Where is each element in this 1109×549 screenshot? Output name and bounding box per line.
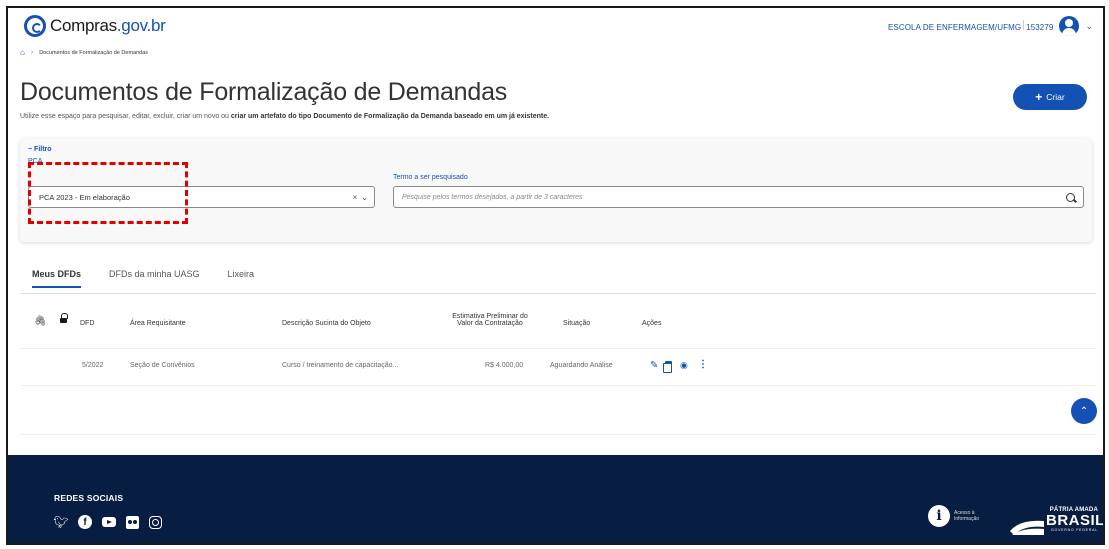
- social-links: 🐦︎ f: [53, 515, 162, 529]
- flag-swoosh-icon: [1010, 520, 1044, 535]
- table-row[interactable]: 5/2022 Seção de Convênios Curso / treina…: [20, 348, 1096, 386]
- page-title: Documentos de Formalização de Demandas: [20, 78, 508, 106]
- cell-area: Seção de Convênios: [130, 362, 195, 369]
- chevron-right-icon: ›: [30, 49, 34, 56]
- social-heading: REDES SOCIAIS: [54, 493, 124, 503]
- more-vertical-icon[interactable]: ⋮: [698, 359, 708, 370]
- home-icon[interactable]: ⌂: [20, 48, 25, 57]
- edit-icon[interactable]: ✎: [650, 360, 660, 371]
- chevron-down-icon[interactable]: ⌄: [361, 193, 368, 202]
- create-button[interactable]: + Criar: [1013, 84, 1087, 110]
- search-input[interactable]: Pesquise pelos termos desejados, a parti…: [393, 186, 1084, 208]
- col-dfd[interactable]: DFD: [80, 320, 94, 327]
- filter-toggle[interactable]: − Filtro: [28, 146, 52, 153]
- tab-bar: Meus DFDs DFDs da minha UASG Lixeira: [32, 269, 255, 288]
- user-menu[interactable]: ESCOLA DE ENFERMAGEM/UFMG 153279 ⌄: [888, 16, 1093, 36]
- compras-logo-icon: [24, 15, 46, 37]
- org-name: ESCOLA DE ENFERMAGEM/UFMG 153279: [888, 20, 1053, 32]
- flickr-icon[interactable]: [126, 515, 139, 529]
- scroll-top-button[interactable]: ⌃: [1071, 398, 1097, 424]
- breadcrumb-current: Documentos de Formalização de Demandas: [39, 49, 149, 56]
- tab-lixeira[interactable]: Lixeira: [228, 269, 255, 279]
- lock-icon: [60, 313, 68, 323]
- app-window: Compras.gov.br ESCOLA DE ENFERMAGEM/UFMG…: [6, 6, 1105, 545]
- eye-icon[interactable]: ◉: [680, 360, 688, 371]
- col-situacao[interactable]: Situação: [563, 320, 590, 327]
- cell-valor: R$ 4.000,00: [485, 362, 524, 369]
- info-icon: i: [928, 505, 950, 527]
- chevron-up-icon: ⌃: [1079, 405, 1089, 417]
- search-placeholder: Pesquise pelos termos desejados, a parti…: [402, 193, 583, 201]
- col-acoes: Ações: [642, 320, 662, 327]
- paperclip-icon: 🖇: [34, 316, 47, 327]
- cell-situacao: Aguardando Análise: [550, 362, 613, 369]
- youtube-icon[interactable]: [102, 517, 116, 527]
- brand-logo-link[interactable]: Compras.gov.br: [24, 15, 166, 37]
- table-header: 🖇 DFD Área Requisitante Descrição Sucint…: [20, 300, 1096, 344]
- breadcrumb: ⌂ › Documentos de Formalização de Demand…: [20, 48, 148, 57]
- page-subtitle: Utilize esse espaço para pesquisar, edit…: [20, 113, 550, 120]
- tab-dfds-uasg[interactable]: DFDs da minha UASG: [109, 269, 200, 279]
- cell-dfd: 5/2022: [82, 362, 104, 369]
- copy-icon[interactable]: [663, 361, 672, 373]
- tabs-divider: [20, 293, 1096, 294]
- search-icon[interactable]: [1066, 192, 1075, 202]
- table-divider: [20, 434, 1096, 435]
- plus-icon: +: [1035, 90, 1043, 104]
- term-label: Termo a ser pesquisado: [393, 174, 468, 181]
- col-area[interactable]: Área Requisitante: [130, 320, 186, 327]
- acesso-informacao-link[interactable]: i Acesso à Informação: [928, 505, 979, 527]
- brasil-gov-logo: PÁTRIA AMADA BRASIL GOVERNO FEDERAL: [1010, 507, 1103, 537]
- tab-meus-dfds[interactable]: Meus DFDs: [32, 269, 82, 288]
- footer: REDES SOCIAIS 🐦︎ f i Acesso à Informação …: [8, 455, 1103, 543]
- facebook-icon[interactable]: f: [78, 515, 92, 529]
- col-estimativa[interactable]: Estimativa Preliminar do Valor da Contrat…: [438, 313, 542, 327]
- twitter-icon[interactable]: 🐦︎: [53, 515, 68, 529]
- clear-icon[interactable]: ×: [353, 193, 358, 202]
- brand-name: Compras.gov.br: [50, 16, 166, 35]
- cell-descricao: Curso / treinamento de capacitação...: [282, 362, 399, 369]
- instagram-icon[interactable]: [149, 515, 162, 529]
- col-descricao[interactable]: Descrição Sucinta do Objeto: [282, 320, 371, 327]
- user-avatar-icon[interactable]: [1059, 16, 1080, 36]
- pca-highlight-box: [28, 162, 188, 224]
- top-header: Compras.gov.br ESCOLA DE ENFERMAGEM/UFMG…: [8, 8, 1103, 44]
- chevron-down-icon[interactable]: ⌄: [1085, 21, 1093, 32]
